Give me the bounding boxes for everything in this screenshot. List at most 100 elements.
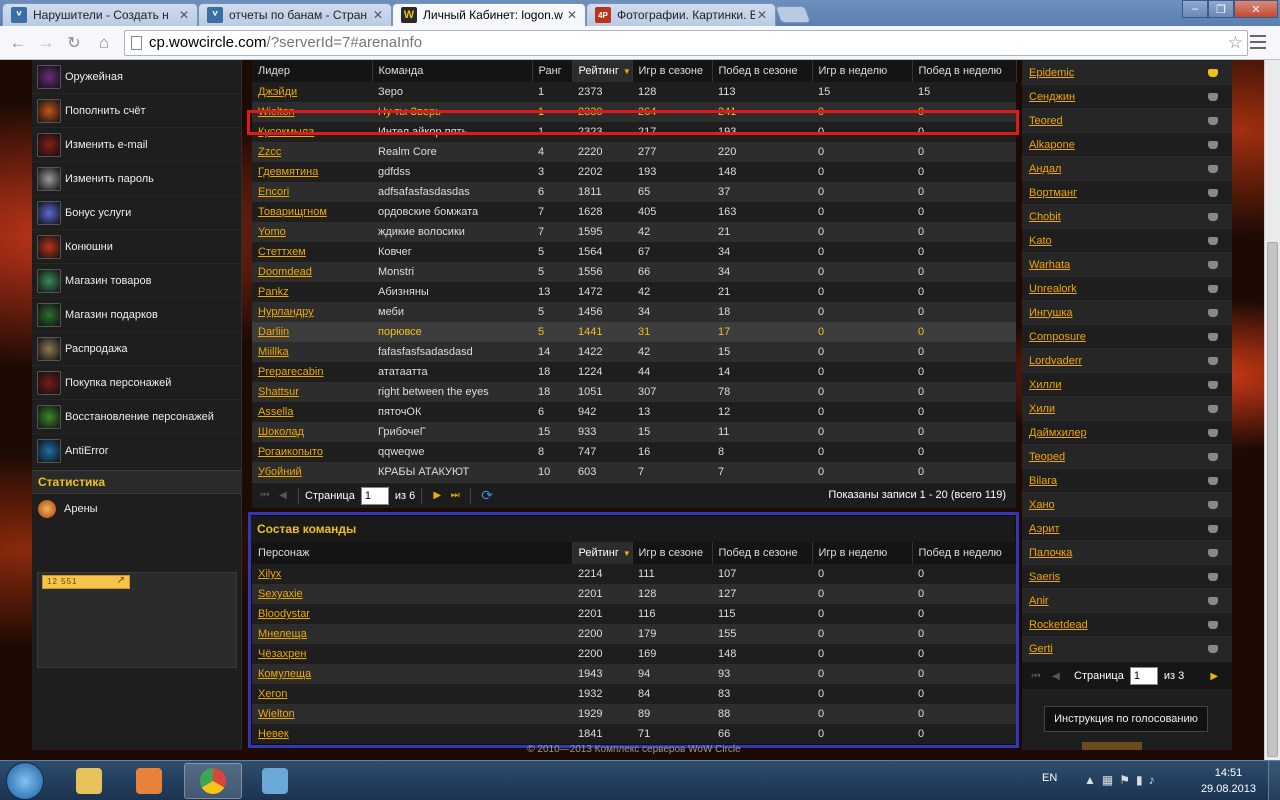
leader-link[interactable]: Doomdead [258, 266, 312, 278]
refresh-icon[interactable]: ⟳ [481, 487, 493, 504]
volume-icon[interactable]: ♪ [1149, 773, 1155, 787]
nav-item[interactable]: Восстановление персонажей [32, 400, 241, 434]
taskbar-app-active[interactable] [184, 763, 242, 799]
flag-icon[interactable]: ⚑ [1119, 773, 1130, 787]
prev-page-icon[interactable]: ◀ [274, 490, 292, 501]
battery-icon[interactable]: ▮ [1136, 773, 1143, 787]
player-link[interactable]: Composure [1029, 331, 1086, 343]
next-page-icon[interactable]: ▶ [1204, 671, 1224, 682]
leader-link[interactable]: Рогаикопыто [258, 446, 323, 458]
table-row[interactable]: Джэйди Зеро 1 2373 128 113 15 15 [252, 82, 1016, 102]
taskbar-app[interactable] [246, 763, 304, 799]
player-link[interactable]: Teoped [1029, 451, 1065, 463]
nav-item[interactable]: Бонус услуги [32, 196, 241, 230]
table-row[interactable]: Miillka fafasfasfsadasdasd 14 1422 42 15 0 0 [252, 342, 1016, 362]
table-row[interactable]: Убойний КРАБЫ АТАКУЮТ 10 603 7 7 0 0 [252, 462, 1016, 482]
start-button[interactable] [6, 762, 44, 800]
leader-link[interactable]: Encori [258, 186, 289, 198]
close-window-button[interactable]: ✕ [1234, 0, 1278, 18]
table-row[interactable]: Стеттхем Ковчег 5 1564 67 34 0 0 [252, 242, 1016, 262]
leader-link[interactable]: Шоколад [258, 426, 304, 438]
nav-item[interactable]: AntiError [32, 434, 241, 468]
player-link[interactable]: Вортманг [1029, 187, 1077, 199]
leader-link[interactable]: Джэйди [258, 86, 297, 98]
table-row[interactable]: Pankz Абизняны 13 1472 42 21 0 0 [252, 282, 1016, 302]
table-row[interactable]: Doomdead Monstri 5 1556 66 34 0 0 [252, 262, 1016, 282]
player-link[interactable]: Unrealork [1029, 283, 1077, 295]
page-scrollbar[interactable] [1264, 60, 1280, 760]
clock[interactable]: 14:51 29.08.2013 [1201, 765, 1256, 797]
table-row[interactable]: Товарищгном ордовские бомжата 7 1628 405 163 0… [252, 202, 1016, 222]
player-link[interactable]: Alkapone [1029, 139, 1075, 151]
player-link[interactable]: Bilara [1029, 475, 1057, 487]
player-link[interactable]: Chobit [1029, 211, 1061, 223]
player-link[interactable]: Андал [1029, 163, 1061, 175]
leader-link[interactable]: Shattsur [258, 386, 299, 398]
leader-link[interactable]: Pankz [258, 286, 289, 298]
page-number-input[interactable]: 1 [360, 486, 389, 505]
close-icon[interactable]: ✕ [755, 8, 769, 22]
language-indicator[interactable]: EN [1042, 772, 1057, 784]
browser-tab[interactable]: ⱽ Нарушители - Создать н ✕ [2, 3, 198, 26]
table-row[interactable]: Preparecabin ататаатта 18 1224 44 14 0 0 [252, 362, 1016, 382]
player-link[interactable]: Даймхилер [1029, 427, 1087, 439]
taskbar-app[interactable] [120, 763, 178, 799]
show-desktop-button[interactable] [1268, 761, 1280, 800]
column-header[interactable]: Побед в сезоне [712, 60, 813, 82]
column-header[interactable]: Рейтинг ▼ [572, 60, 633, 82]
browser-tab[interactable]: ⱽ отчеты по банам - Стран ✕ [198, 3, 392, 26]
player-link[interactable]: Warhata [1029, 259, 1070, 271]
leader-link[interactable]: Darliin [258, 326, 289, 338]
address-bar[interactable]: cp.wowcircle.com/?serverId=7#arenaInfo ☆ [124, 30, 1248, 56]
table-row[interactable]: Шоколад ГрибочеГ 15 933 15 11 0 0 [252, 422, 1016, 442]
leader-link[interactable]: Убойний [258, 466, 302, 478]
close-icon[interactable]: ✕ [565, 8, 579, 22]
close-icon[interactable]: ✕ [371, 8, 385, 22]
nav-item[interactable]: Изменить пароль [32, 162, 241, 196]
scrollbar-thumb[interactable] [1267, 242, 1278, 757]
back-icon[interactable]: ← [8, 33, 28, 53]
table-row[interactable]: Darliin порювсе 5 1441 31 17 0 0 [252, 322, 1016, 342]
player-link[interactable]: Gerti [1029, 643, 1053, 655]
nav-item[interactable]: Оружейная [32, 60, 241, 94]
player-link[interactable]: Хано [1029, 499, 1055, 511]
table-row[interactable]: Нурландру меби 5 1456 34 18 0 0 [252, 302, 1016, 322]
prev-page-icon[interactable]: ◀ [1046, 671, 1066, 682]
bookmark-star-icon[interactable]: ☆ [1228, 33, 1243, 53]
reload-icon[interactable]: ↻ [64, 33, 84, 53]
column-header[interactable]: Ранг [532, 60, 573, 82]
home-icon[interactable]: ⌂ [94, 33, 114, 53]
page-number-input[interactable]: 1 [1129, 667, 1158, 685]
nav-item[interactable]: Конюшни [32, 230, 241, 264]
table-row[interactable]: Рогаикопыто qqweqwe 8 747 16 8 0 0 [252, 442, 1016, 462]
vote-banner[interactable] [1082, 742, 1142, 750]
table-row[interactable]: Shattsur right between the eyes 18 1051 307 7… [252, 382, 1016, 402]
player-link[interactable]: Ингушка [1029, 307, 1073, 319]
nav-item[interactable]: Распродажа [32, 332, 241, 366]
browser-tab-active[interactable]: W Личный Кабинет: logon.w ✕ [392, 3, 586, 26]
leader-link[interactable]: Assella [258, 406, 293, 418]
forward-icon[interactable]: → [36, 33, 56, 53]
player-link[interactable]: Teored [1029, 115, 1063, 127]
last-page-icon[interactable]: ⏭ [446, 490, 464, 501]
player-link[interactable]: Epidemic [1029, 67, 1074, 79]
leader-link[interactable]: Стеттхем [258, 246, 306, 258]
nav-item[interactable]: Изменить e-mail [32, 128, 241, 162]
player-link[interactable]: Rocketdead [1029, 619, 1088, 631]
new-tab-button[interactable] [774, 6, 812, 23]
close-icon[interactable]: ✕ [177, 8, 191, 22]
browser-tab[interactable]: 4P Фотографии. Картинки. В ✕ [586, 3, 776, 26]
show-hidden-icons-icon[interactable]: ▲ [1084, 773, 1096, 787]
nav-item[interactable]: Магазин подарков [32, 298, 241, 332]
column-header[interactable]: Лидер [252, 60, 373, 82]
nav-item[interactable]: Пополнить счёт [32, 94, 241, 128]
player-link[interactable]: Сенджин [1029, 91, 1075, 103]
nav-item[interactable]: Магазин товаров [32, 264, 241, 298]
column-header[interactable]: Игр в сезоне [632, 60, 713, 82]
leader-link[interactable]: Miillka [258, 346, 289, 358]
minimize-button[interactable]: ‒ [1182, 0, 1208, 18]
table-row[interactable]: Encori adfsafasfasdasdas 6 1811 65 37 0 0 [252, 182, 1016, 202]
taskbar-app[interactable] [60, 763, 118, 799]
player-link[interactable]: Kato [1029, 235, 1052, 247]
table-row[interactable]: Yomo ждикие волосики 7 1595 42 21 0 0 [252, 222, 1016, 242]
